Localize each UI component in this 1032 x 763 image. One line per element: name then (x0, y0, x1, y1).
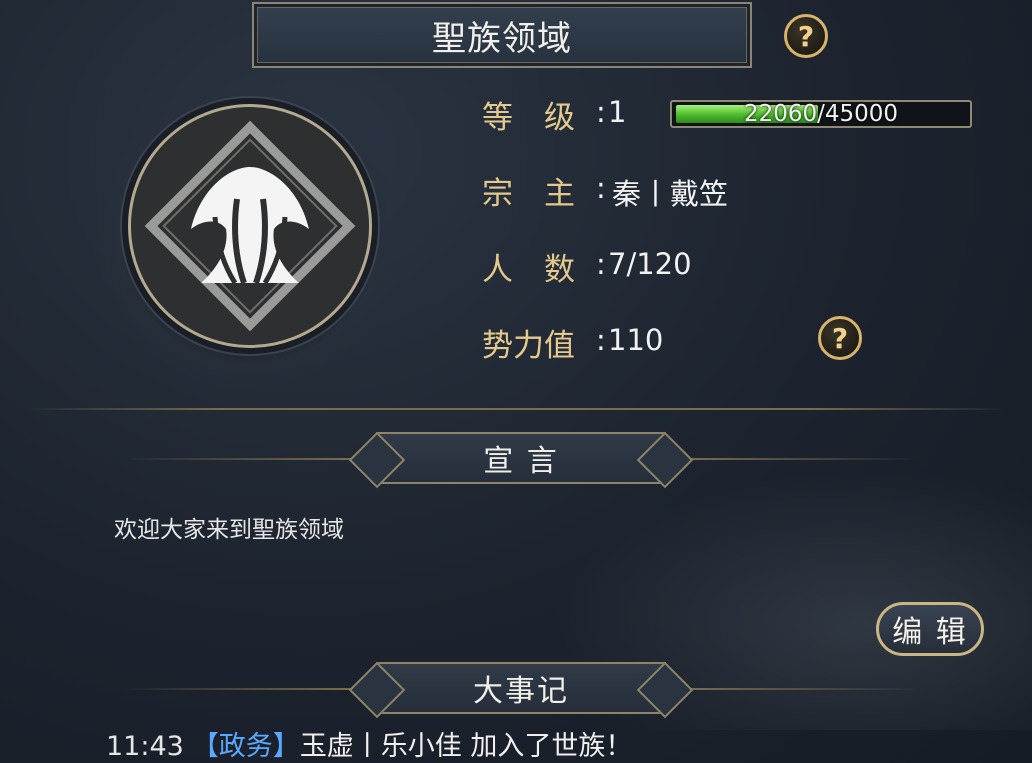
event-time: 11:43 (106, 731, 184, 762)
leader-colon: : (596, 171, 606, 205)
declaration-header: 宣 言 (376, 432, 666, 484)
events-line-right (682, 688, 922, 690)
section-divider (24, 408, 1008, 410)
declaration-line-right (682, 458, 922, 460)
level-colon: : (596, 95, 606, 129)
title-banner: 聖族领域 (252, 2, 752, 68)
members-value: 7/120 (608, 247, 692, 281)
members-label: 人 数 (482, 252, 575, 288)
page-title: 聖族领域 (432, 18, 572, 59)
leader-label: 宗 主 (482, 176, 575, 212)
events-line-left (120, 688, 360, 690)
power-label: 势力值 (482, 328, 575, 364)
exp-progress-text: 22060/45000 (743, 101, 899, 127)
question-icon: ? (831, 321, 849, 355)
event-text: 玉虚丨乐小佳 加入了世族！ (299, 731, 633, 762)
edit-button-label: 编 辑 (892, 615, 968, 650)
declaration-text: 欢迎大家来到聖族领域 (114, 517, 344, 543)
leader-value: 秦丨戴笠 (612, 177, 729, 211)
members-colon: : (596, 247, 606, 281)
edit-button[interactable]: 编 辑 (876, 602, 984, 656)
title-help-button[interactable]: ? (784, 14, 828, 58)
question-icon: ? (797, 19, 815, 53)
level-value: 1 (608, 95, 627, 129)
clan-emblem-icon (144, 120, 356, 332)
declaration-line-left (120, 458, 360, 460)
event-item: 11:43 【政务】玉虚丨乐小佳 加入了世族！ (106, 724, 632, 763)
power-colon: : (596, 323, 606, 357)
event-tag: 【政务】 (191, 731, 300, 762)
power-help-button[interactable]: ? (818, 316, 862, 360)
level-label: 等 级 (482, 100, 575, 136)
power-value: 110 (608, 323, 664, 357)
events-title: 大事记 (473, 674, 569, 709)
exp-progress-bar: 22060/45000 (670, 100, 972, 128)
declaration-title: 宣 言 (483, 444, 559, 479)
clan-emblem[interactable] (128, 104, 372, 348)
events-header: 大事记 (376, 662, 666, 714)
